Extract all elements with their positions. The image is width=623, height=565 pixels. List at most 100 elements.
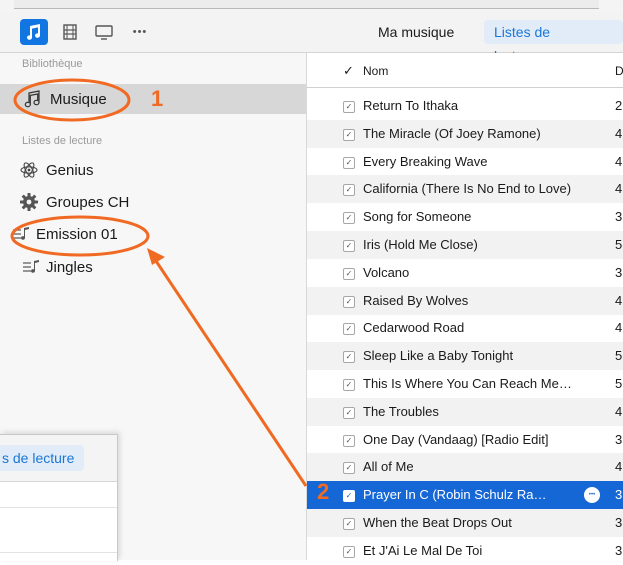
sidebar-item-jingles[interactable]: Jingles	[0, 252, 306, 282]
atom-icon	[18, 159, 40, 181]
playlist-icon	[20, 256, 42, 278]
track-duration: 4	[615, 181, 623, 197]
name-column-header[interactable]: Nom	[363, 64, 388, 78]
track-name: Sleep Like a Baby Tonight	[363, 348, 514, 364]
music-view-button[interactable]	[20, 19, 48, 45]
film-icon	[63, 24, 77, 40]
track-checkbox[interactable]: ✓	[343, 240, 355, 252]
toolbar: ••• Ma musique Listes de lecture	[0, 12, 623, 64]
track-duration: 3	[615, 487, 623, 503]
track-checkbox[interactable]: ✓	[343, 212, 355, 225]
annotation-step-1: 1	[151, 86, 164, 111]
tab-ma-musique[interactable]: Ma musique	[368, 20, 464, 44]
table-row[interactable]: ✓ The Troubles 4	[307, 397, 623, 426]
track-checkbox[interactable]: ✓	[343, 434, 355, 447]
top-strip-edge	[14, 0, 599, 9]
track-duration: 4	[615, 403, 623, 419]
track-checkbox[interactable]: ✓	[343, 545, 355, 558]
track-duration: 5	[615, 237, 623, 252]
track-duration: 4	[615, 125, 623, 141]
tv-view-button[interactable]	[90, 19, 118, 45]
track-checkbox[interactable]: ✓	[343, 490, 355, 503]
table-row[interactable]: ✓ Raised By Wolves 4	[307, 286, 623, 315]
table-row[interactable]: ✓ Volcano 3	[307, 259, 623, 287]
sidebar-item-emission-01[interactable]: Emission 01	[0, 219, 306, 249]
track-checkbox[interactable]: ✓	[343, 128, 355, 141]
track-name: When the Beat Drops Out	[363, 515, 512, 530]
window-top-strip	[0, 0, 623, 12]
track-name: One Day (Vandaag) [Radio Edit]	[363, 431, 549, 447]
track-name: Prayer In C (Robin Schulz Ra…	[363, 487, 547, 503]
table-row[interactable]: ✓ Iris (Hold Me Close) 5	[307, 231, 623, 259]
table-row[interactable]: ✓ This Is Where You Can Reach Me… 5	[307, 370, 623, 398]
movies-view-button[interactable]	[56, 19, 84, 45]
track-duration: 4	[615, 459, 623, 475]
track-name: California (There Is No End to Love)	[363, 181, 572, 197]
track-checkbox[interactable]: ✓	[343, 267, 355, 280]
track-name: Raised By Wolves	[363, 292, 469, 308]
track-duration: 2	[615, 98, 623, 113]
table-row[interactable]: ✓ Et J'Ai Le Mal De Toi 3	[307, 537, 623, 565]
sidebar-item-label: Groupes CH	[46, 193, 130, 211]
table-row[interactable]: ✓ Song for Someone 3	[307, 203, 623, 231]
track-checkbox[interactable]: ✓	[343, 462, 355, 475]
library-heading: Bibliothèque	[22, 58, 83, 70]
track-duration: 3	[615, 542, 623, 558]
track-name: Cedarwood Road	[363, 320, 465, 336]
track-checkbox[interactable]: ✓	[343, 295, 355, 308]
tab-listes-de-lecture[interactable]: Listes de lecture	[484, 20, 623, 64]
table-row[interactable]: ✓ Sleep Like a Baby Tonight 5	[307, 342, 623, 371]
table-row[interactable]: ✓ One Day (Vandaag) [Radio Edit] 3	[307, 426, 623, 454]
list-header: ✓ Nom D	[307, 53, 623, 88]
inset-divider	[0, 552, 117, 553]
playlists-heading: Listes de lecture	[22, 135, 103, 147]
music-note-icon	[22, 88, 44, 110]
track-name: Volcano	[363, 264, 410, 280]
track-checkbox[interactable]: ✓	[343, 351, 355, 364]
track-name: Song for Someone	[363, 209, 472, 225]
sidebar-item-groupes-ch[interactable]: Groupes CH	[0, 187, 306, 217]
table-row[interactable]: ✓ When the Beat Drops Out 3	[307, 509, 623, 537]
track-duration: 3	[615, 515, 623, 530]
track-duration: 4	[615, 153, 623, 169]
table-row[interactable]: ✓ Prayer In C (Robin Schulz Ra… ••• 3	[307, 481, 623, 510]
track-checkbox[interactable]: ✓	[343, 184, 355, 197]
sidebar-item-genius[interactable]: Genius	[0, 155, 306, 185]
track-duration: 3	[615, 209, 623, 225]
track-checkbox[interactable]: ✓	[343, 406, 355, 419]
sidebar-item-label: Musique	[50, 90, 107, 108]
track-checkbox[interactable]: ✓	[343, 101, 355, 113]
playlist-icon	[10, 223, 32, 245]
table-row[interactable]: ✓ All of Me 4	[307, 453, 623, 482]
table-row[interactable]: ✓ Every Breaking Wave 4	[307, 148, 623, 176]
track-checkbox[interactable]: ✓	[343, 323, 355, 336]
track-name: The Troubles	[363, 403, 439, 419]
music-note-icon	[27, 24, 41, 40]
tv-icon	[95, 25, 113, 40]
track-duration: 3	[615, 264, 623, 280]
table-row[interactable]: ✓ Cedarwood Road 4	[307, 314, 623, 342]
track-name: The Miracle (Of Joey Ramone)	[363, 125, 541, 141]
track-name: Iris (Hold Me Close)	[363, 237, 478, 252]
check-column-header[interactable]: ✓	[343, 63, 354, 79]
gear-icon	[18, 191, 40, 213]
table-row[interactable]: ✓ The Miracle (Of Joey Ramone) 4	[307, 119, 623, 148]
track-checkbox[interactable]: ✓	[343, 379, 355, 391]
track-list: ✓ Nom D ✓ Return To Ithaka 2 ✓ The Miracle (…	[307, 53, 623, 560]
track-duration: 4	[615, 320, 623, 336]
sidebar-item-label: Genius	[46, 161, 94, 179]
track-name: Return To Ithaka	[363, 98, 459, 113]
track-name: All of Me	[363, 459, 414, 475]
sidebar-item-label: Jingles	[46, 258, 93, 276]
more-icon[interactable]: •••	[122, 19, 158, 45]
track-name: Every Breaking Wave	[363, 153, 488, 169]
more-options-icon[interactable]: •••	[584, 487, 600, 504]
inset-divider	[0, 507, 117, 508]
table-row[interactable]: ✓ Return To Ithaka 2	[307, 92, 623, 120]
inset-tab-listes-de-lecture[interactable]: s de lecture	[0, 445, 85, 471]
track-checkbox[interactable]: ✓	[343, 156, 355, 169]
duration-column-header[interactable]: D	[615, 64, 623, 78]
inset-screenshot: s de lecture	[0, 434, 118, 561]
track-checkbox[interactable]: ✓	[343, 518, 355, 530]
table-row[interactable]: ✓ California (There Is No End to Love) 4	[307, 175, 623, 204]
